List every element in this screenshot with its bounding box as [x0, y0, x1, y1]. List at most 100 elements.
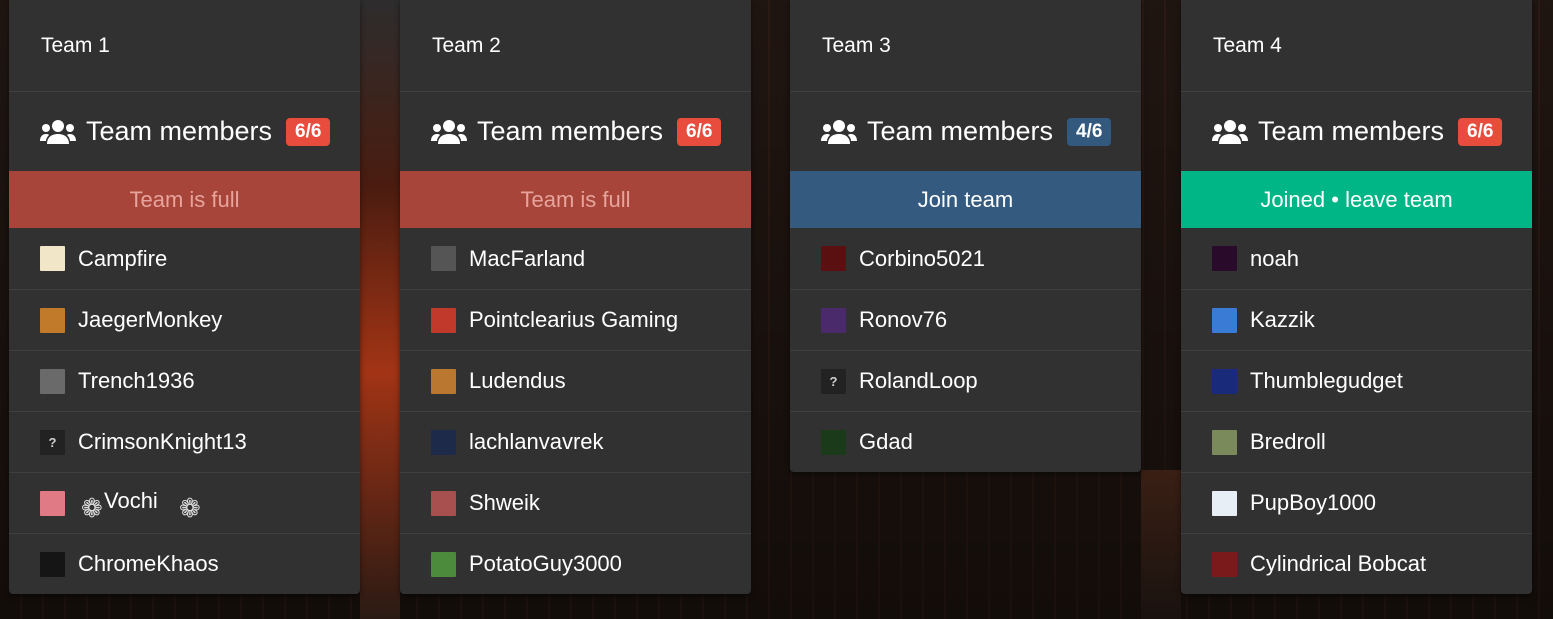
avatar — [40, 246, 65, 271]
avatar — [40, 307, 65, 333]
member-name: Vochi — [104, 488, 158, 513]
member-name: Trench1936 — [78, 368, 195, 393]
member-row[interactable]: Trench1936 — [9, 350, 360, 411]
team-full-button[interactable]: Team is full — [400, 171, 751, 228]
member-row[interactable]: Ronov76 — [790, 289, 1141, 350]
avatar — [1212, 246, 1237, 271]
members-header: Team members 6/6 — [9, 92, 360, 171]
avatar — [1212, 490, 1237, 516]
avatar — [40, 368, 65, 394]
member-name: Campfire — [78, 245, 168, 271]
member-name: Ronov76 — [859, 307, 948, 332]
member-row[interactable]: JaegerMonkey — [9, 289, 360, 350]
members-header: Team members 6/6 — [1181, 92, 1532, 171]
avatar — [431, 307, 456, 333]
member-list: Campfire JaegerMonkey Trench1936 ? Crimso… — [9, 228, 360, 594]
member-row[interactable]: MacFarland — [400, 228, 751, 289]
team-title: Team 2 — [400, 0, 751, 92]
member-name: PotatoGuy3000 — [469, 551, 622, 576]
team-title: Team 4 — [1181, 0, 1532, 92]
member-row[interactable]: ? CrimsonKnight13 — [9, 411, 360, 472]
avatar — [1212, 368, 1237, 394]
users-icon — [431, 119, 467, 144]
avatar — [431, 429, 456, 455]
member-row[interactable]: Thumblegudget — [1181, 350, 1532, 411]
member-list: noah Kazzik Thumblegudget Bredroll PupBo… — [1181, 228, 1532, 594]
member-row[interactable]: ChromeKhaos — [9, 533, 360, 594]
member-row[interactable]: Gdad — [790, 411, 1141, 472]
member-row[interactable]: Kazzik — [1181, 289, 1532, 350]
member-name: lachlanvavrek — [469, 429, 604, 454]
member-row[interactable]: lachlanvavrek — [400, 411, 751, 472]
member-row[interactable]: Bredroll — [1181, 411, 1532, 472]
member-name: Kazzik — [1250, 307, 1315, 332]
member-name: RolandLoop — [859, 368, 978, 393]
members-label: Team members — [86, 116, 273, 146]
members-label: Team members — [1258, 116, 1445, 146]
avatar — [821, 307, 846, 333]
avatar — [1212, 307, 1237, 333]
member-row[interactable]: ❁ Vochi ❁ — [9, 472, 360, 533]
member-name: ChromeKhaos — [78, 551, 219, 576]
member-row[interactable]: PotatoGuy3000 — [400, 533, 751, 594]
member-row[interactable]: Corbino5021 — [790, 228, 1141, 289]
team-card-1: Team 1 Team members 6/6 Team is full Cam… — [9, 0, 360, 594]
member-row[interactable]: Shweik — [400, 472, 751, 533]
member-list: Corbino5021 Ronov76 ? RolandLoop Gdad — [790, 228, 1141, 472]
unknown-avatar-icon: ? — [821, 368, 846, 394]
member-name: Thumblegudget — [1250, 368, 1403, 393]
member-row[interactable]: Ludendus — [400, 350, 751, 411]
team-card-4: Team 4 Team members 6/6 Joined • leave t… — [1181, 0, 1532, 594]
member-name: Ludendus — [469, 368, 566, 393]
members-header: Team members 4/6 — [790, 92, 1141, 171]
member-row[interactable]: noah — [1181, 228, 1532, 289]
member-count-badge: 6/6 — [286, 117, 331, 146]
join-team-button[interactable]: Join team — [790, 171, 1141, 228]
members-label: Team members — [867, 116, 1054, 146]
member-count-badge: 6/6 — [1458, 117, 1503, 146]
users-icon — [40, 119, 76, 144]
member-name: Cylindrical Bobcat — [1250, 551, 1427, 576]
member-name: PupBoy1000 — [1250, 490, 1376, 515]
leave-team-button[interactable]: Joined • leave team — [1181, 171, 1532, 228]
avatar — [431, 368, 456, 394]
member-name: Shweik — [469, 490, 540, 515]
avatar — [1212, 551, 1237, 577]
member-list: MacFarland Pointclearius Gaming Ludendus… — [400, 228, 751, 594]
member-count-badge: 6/6 — [677, 117, 722, 146]
team-title: Team 1 — [9, 0, 360, 92]
avatar — [40, 551, 65, 577]
avatar — [1212, 429, 1237, 455]
member-name: Pointclearius Gaming — [469, 307, 679, 332]
member-row[interactable]: Pointclearius Gaming — [400, 289, 751, 350]
avatar — [431, 490, 456, 516]
users-icon — [821, 119, 857, 144]
team-full-button[interactable]: Team is full — [9, 171, 360, 228]
member-name: Corbino5021 — [859, 245, 985, 271]
member-row[interactable]: Cylindrical Bobcat — [1181, 533, 1532, 594]
unknown-avatar-icon: ? — [40, 429, 65, 455]
team-title: Team 3 — [790, 0, 1141, 92]
avatar — [821, 246, 846, 271]
member-name: Bredroll — [1250, 429, 1326, 454]
member-row[interactable]: PupBoy1000 — [1181, 472, 1532, 533]
avatar — [821, 429, 846, 455]
team-card-3: Team 3 Team members 4/6 Join team Corbin… — [790, 0, 1141, 472]
member-name: MacFarland — [469, 245, 586, 271]
swirl-decoration-icon: ❁ — [81, 493, 103, 523]
member-row[interactable]: ? RolandLoop — [790, 350, 1141, 411]
avatar — [431, 551, 456, 577]
member-name: CrimsonKnight13 — [78, 429, 247, 454]
member-row[interactable]: Campfire — [9, 228, 360, 289]
avatar — [40, 490, 65, 516]
member-name: Gdad — [859, 429, 913, 454]
team-card-2: Team 2 Team members 6/6 Team is full Mac… — [400, 0, 751, 594]
member-count-badge: 4/6 — [1067, 117, 1112, 146]
swirl-decoration-icon: ❁ — [179, 493, 201, 523]
member-name: JaegerMonkey — [78, 307, 223, 332]
members-header: Team members 6/6 — [400, 92, 751, 171]
users-icon — [1212, 119, 1248, 144]
members-label: Team members — [477, 116, 664, 146]
member-name: noah — [1250, 245, 1299, 271]
avatar — [431, 246, 456, 271]
